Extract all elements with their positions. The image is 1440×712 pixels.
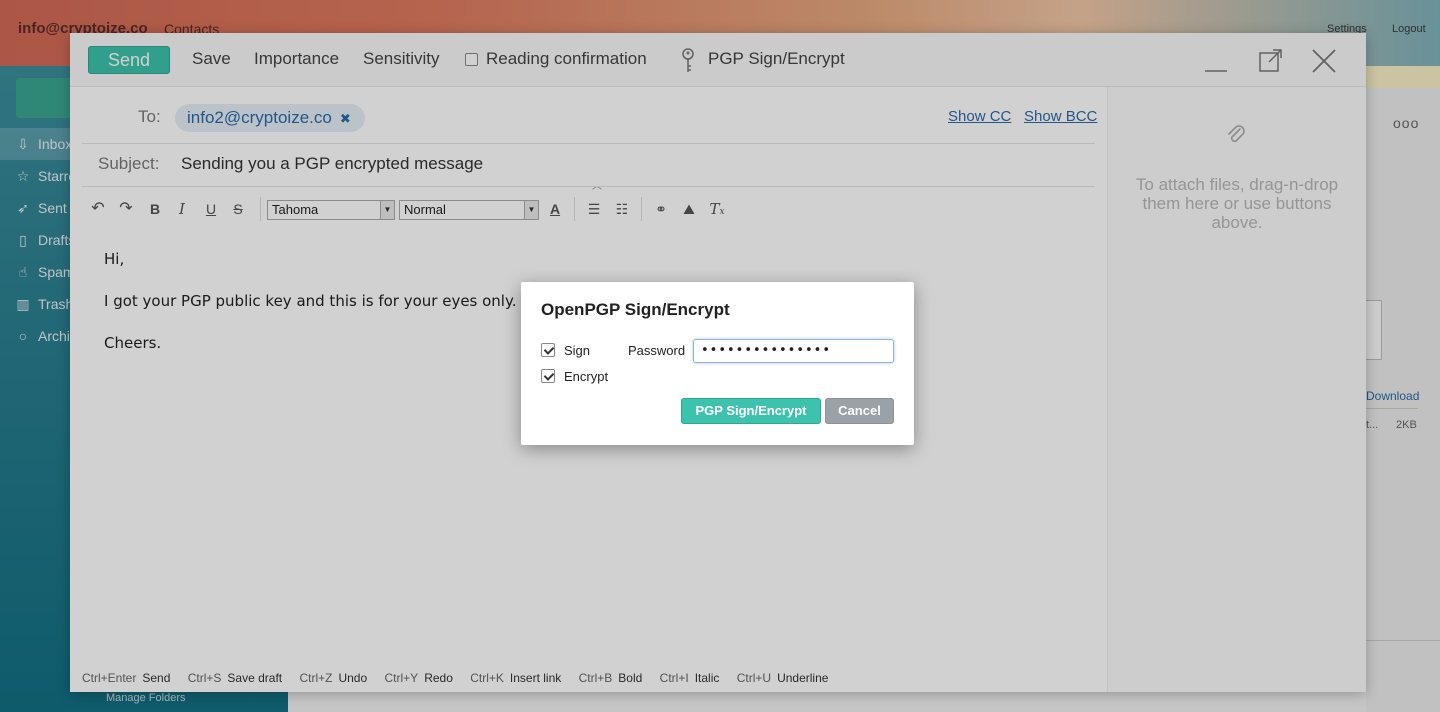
encrypt-label[interactable]: Encrypt (564, 369, 608, 384)
password-field[interactable]: ••••••••••••••• (693, 339, 894, 363)
dialog-title: OpenPGP Sign/Encrypt (541, 300, 730, 319)
sign-label[interactable]: Sign (564, 343, 590, 358)
pgp-dialog: OpenPGP Sign/Encrypt Sign Password •••••… (521, 282, 914, 445)
encrypt-checkbox[interactable] (541, 369, 555, 383)
sign-checkbox[interactable] (541, 343, 555, 357)
pgp-sign-encrypt-confirm-button[interactable]: PGP Sign/Encrypt (681, 398, 821, 424)
password-label: Password (628, 343, 686, 358)
cancel-button[interactable]: Cancel (825, 398, 894, 424)
